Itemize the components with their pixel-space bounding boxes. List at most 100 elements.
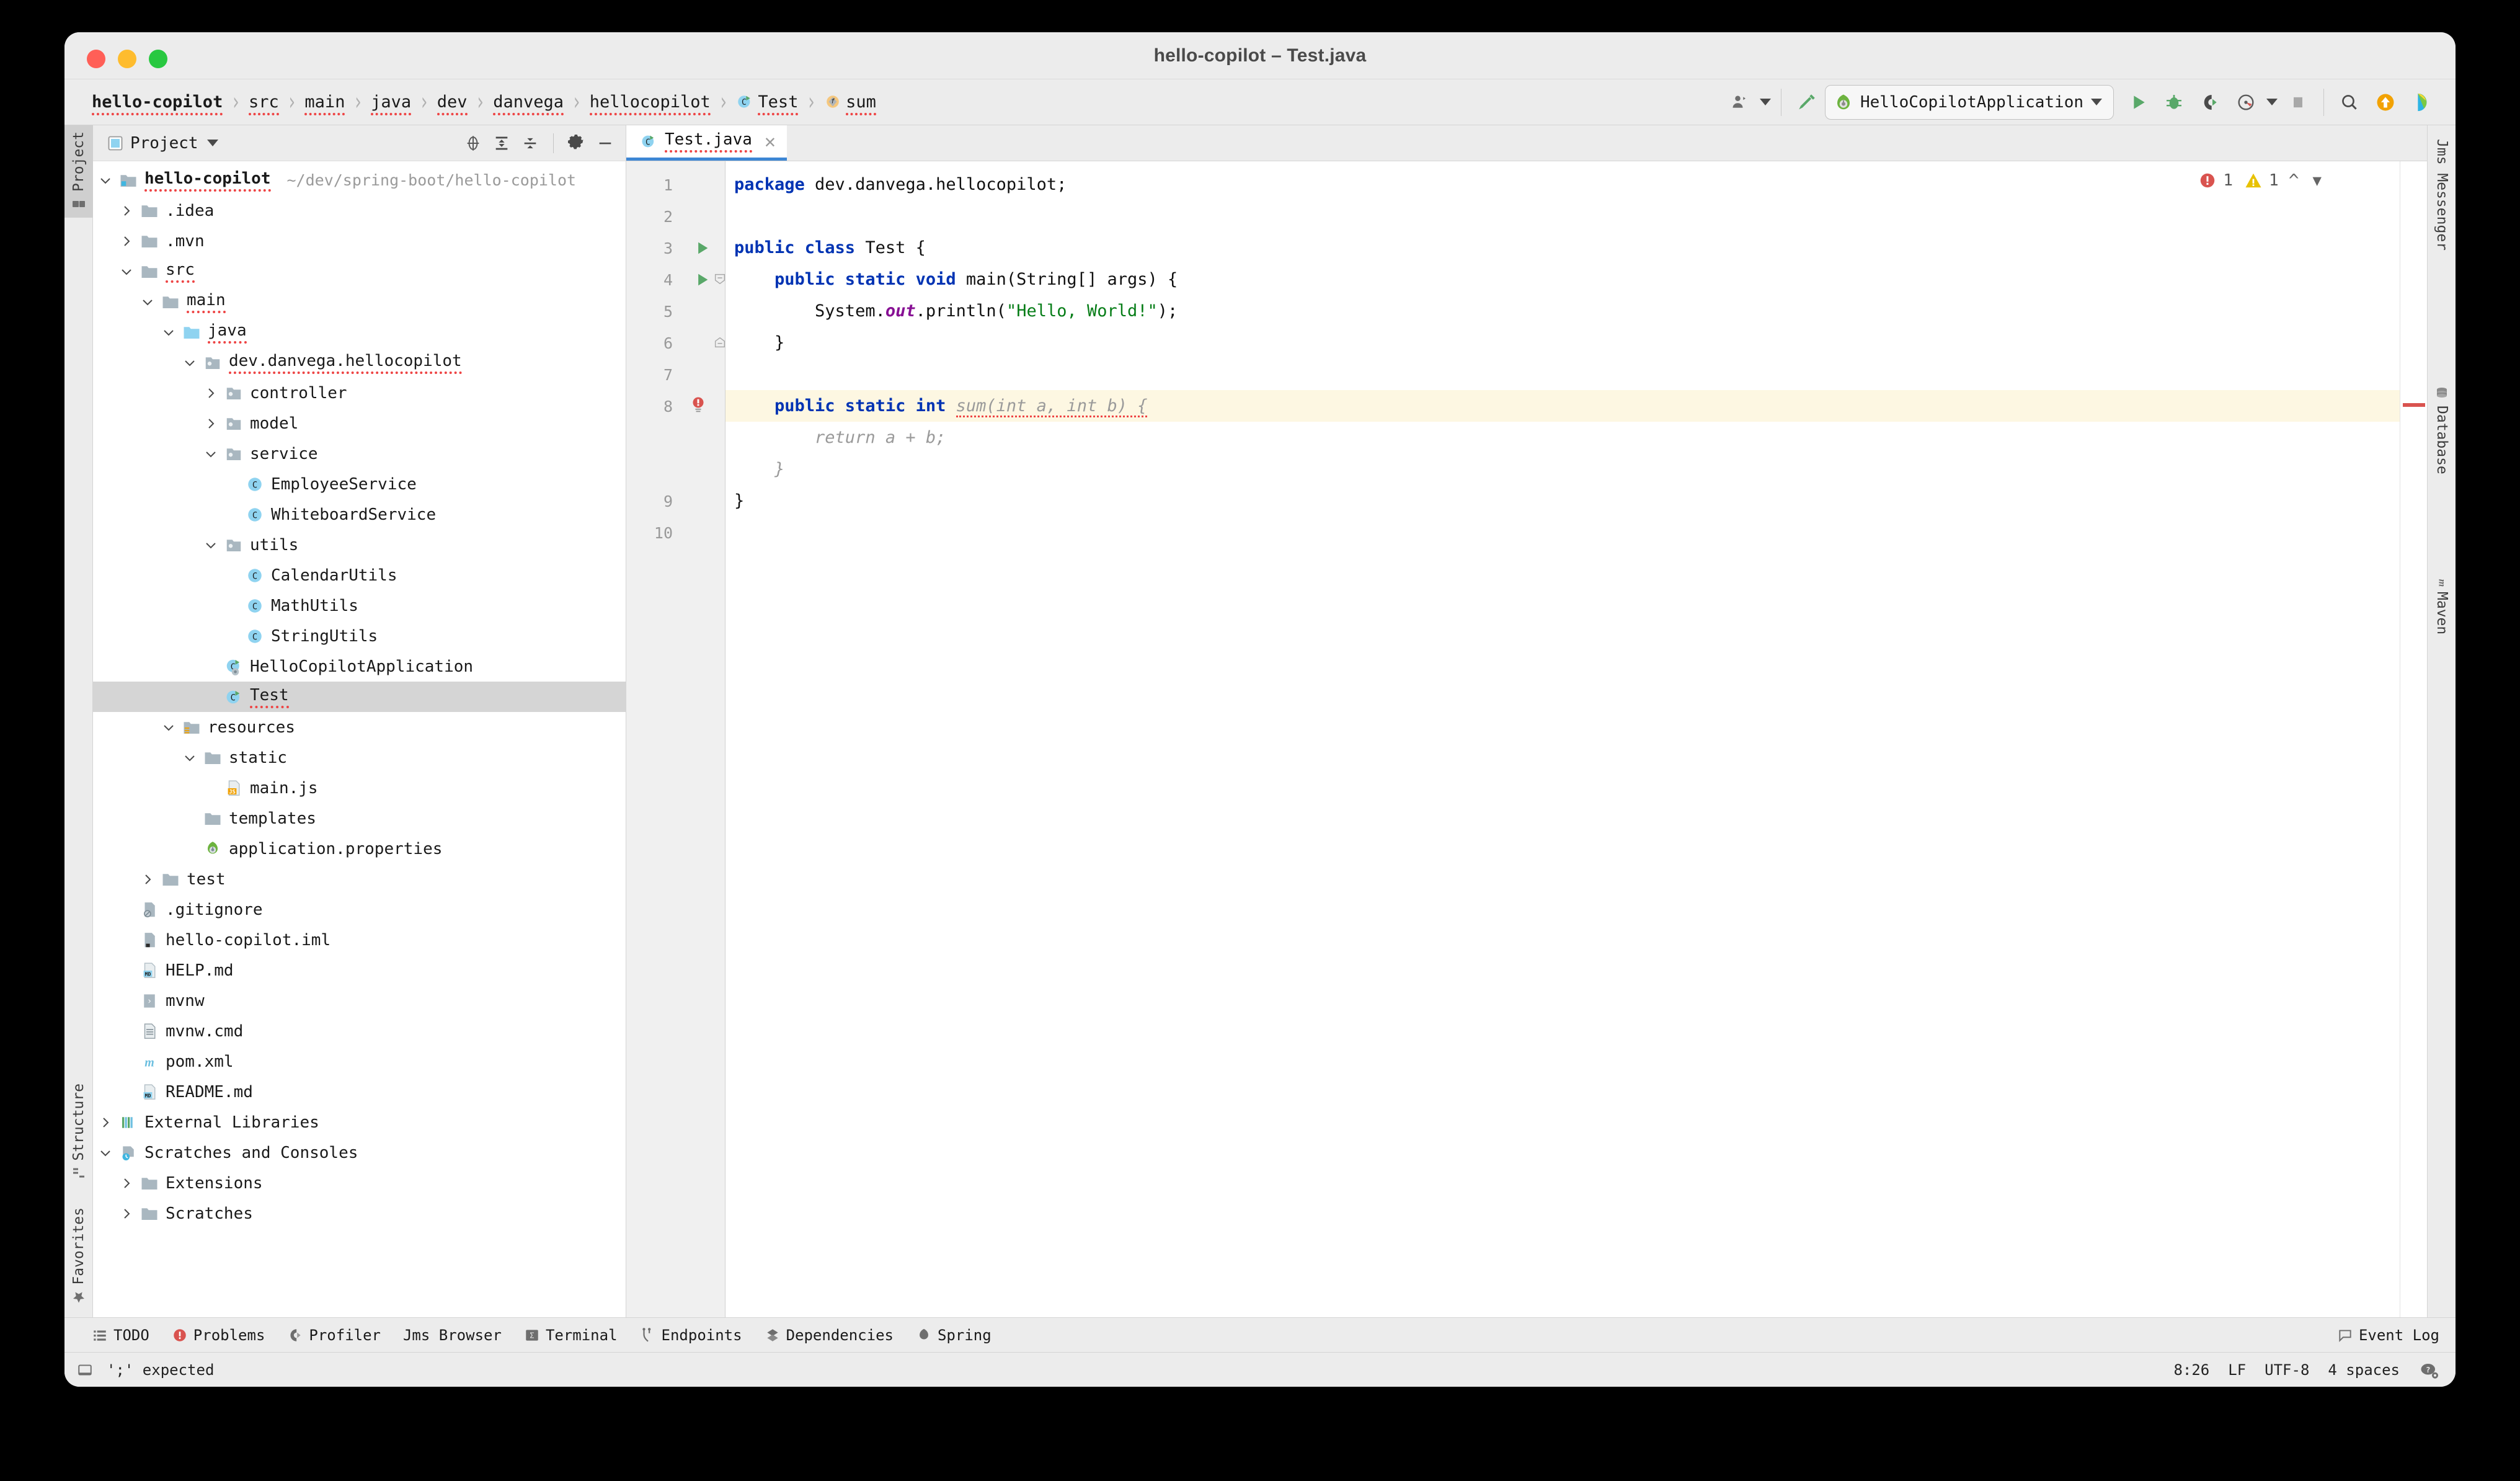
caret-position[interactable]: 8:26 xyxy=(2173,1361,2209,1379)
tree-row[interactable]: C Test xyxy=(93,682,626,712)
tree-row[interactable]: C StringUtils xyxy=(93,621,626,651)
tree-row[interactable]: static xyxy=(93,742,626,773)
console-icon[interactable] xyxy=(77,1362,93,1378)
profile-caret-icon[interactable] xyxy=(2264,84,2280,120)
chevron-right-icon[interactable] xyxy=(198,416,223,431)
profile-dropdown-caret[interactable] xyxy=(1757,84,1773,120)
breadcrumb-item-dev[interactable]: dev xyxy=(436,92,469,115)
tree-row[interactable]: model xyxy=(93,408,626,438)
chevron-down-icon[interactable] xyxy=(93,173,118,188)
breadcrumb-item-test[interactable]: C Test xyxy=(735,92,799,115)
run-gutter-icon[interactable] xyxy=(693,239,711,259)
collapse-all-icon[interactable] xyxy=(521,134,539,153)
close-icon[interactable]: ✕ xyxy=(765,131,776,153)
chevron-right-icon[interactable] xyxy=(114,1206,139,1221)
fold-close-icon[interactable] xyxy=(713,336,727,352)
hammer-build-icon[interactable] xyxy=(1789,84,1825,120)
tool-window-problems[interactable]: Problems xyxy=(172,1327,265,1344)
select-opened-file-icon[interactable] xyxy=(464,134,482,153)
breadcrumb-item-hello-copilot[interactable]: hello-copilot xyxy=(91,92,224,115)
sidebar-item-jms-messenger[interactable]: Jms Messenger xyxy=(2428,133,2456,257)
tool-window-jms-browser[interactable]: Jms Browser xyxy=(403,1327,502,1344)
sidebar-item-structure[interactable]: Structure xyxy=(64,1077,93,1187)
code-line[interactable]: public static int sum(int a, int b) { xyxy=(734,390,1148,422)
gear-icon[interactable] xyxy=(567,134,586,153)
tree-row[interactable]: C MathUtils xyxy=(93,590,626,621)
tree-row[interactable]: Scratches xyxy=(93,1198,626,1229)
tree-row[interactable]: Scratches and Consoles xyxy=(93,1137,626,1168)
zoom-window-button[interactable] xyxy=(149,50,167,68)
sidebar-item-favorites[interactable]: Favorites xyxy=(64,1201,93,1311)
error-stripe-mark[interactable] xyxy=(2403,403,2425,407)
chevron-down-icon[interactable] xyxy=(198,538,223,553)
tree-row[interactable]: java xyxy=(93,317,626,347)
inspections-widget[interactable]: 1 1 ^ ▼ xyxy=(2198,170,2325,190)
search-icon[interactable] xyxy=(2331,84,2367,120)
sidebar-item-project[interactable]: Project xyxy=(64,125,93,218)
tree-row[interactable]: › mvnw xyxy=(93,985,626,1016)
user-profile-icon[interactable] xyxy=(1721,84,1757,120)
update-project-icon[interactable] xyxy=(2367,84,2403,120)
code-line[interactable]: return a + b; xyxy=(734,422,946,453)
tree-row[interactable]: .gitignore xyxy=(93,894,626,925)
tree-row[interactable]: src xyxy=(93,256,626,287)
chevron-right-icon[interactable] xyxy=(135,872,160,887)
tree-row[interactable]: test xyxy=(93,864,626,894)
tree-row[interactable]: hello-copilot ~/dev/spring-boot/hello-cop… xyxy=(93,165,626,195)
tree-row[interactable]: hello-copilot.iml xyxy=(93,925,626,955)
tree-row[interactable]: Extensions xyxy=(93,1168,626,1198)
tool-window-endpoints[interactable]: Endpoints xyxy=(640,1327,742,1344)
stop-button[interactable] xyxy=(2280,84,2316,120)
run-gutter-icon[interactable] xyxy=(693,271,711,291)
chevron-down-icon[interactable] xyxy=(177,750,202,765)
chevron-down-icon[interactable] xyxy=(93,1145,118,1160)
tree-row[interactable]: JS main.js xyxy=(93,773,626,803)
copilot-icon[interactable]: ? xyxy=(2418,1361,2439,1379)
chevron-down-icon[interactable] xyxy=(156,720,181,735)
chevron-down-icon[interactable] xyxy=(156,325,181,340)
breadcrumb-item-sum[interactable]: f sum xyxy=(823,92,877,115)
tree-row[interactable]: templates xyxy=(93,803,626,834)
code-line[interactable]: } xyxy=(734,485,744,517)
tree-row[interactable]: controller xyxy=(93,378,626,408)
run-configuration-selector[interactable]: HelloCopilotApplication xyxy=(1824,84,2114,120)
breadcrumb-item-danvega[interactable]: danvega xyxy=(492,92,565,115)
tree-row[interactable]: MD README.md xyxy=(93,1077,626,1107)
minimize-window-button[interactable] xyxy=(118,50,136,68)
tree-row[interactable]: resources xyxy=(93,712,626,742)
fold-open-icon[interactable] xyxy=(713,272,727,288)
tree-row[interactable]: MD HELP.md xyxy=(93,955,626,985)
minimize-icon[interactable] xyxy=(596,134,614,153)
tree-row[interactable]: service xyxy=(93,438,626,469)
project-tree[interactable]: hello-copilot ~/dev/spring-boot/hello-cop… xyxy=(93,161,626,1317)
code-line[interactable]: package dev.danvega.hellocopilot; xyxy=(734,169,1067,200)
tree-row[interactable]: C HelloCopilotApplication xyxy=(93,651,626,682)
tool-window-terminal[interactable]: Σ Terminal xyxy=(524,1327,618,1344)
run-with-coverage-button[interactable] xyxy=(2192,84,2228,120)
tree-row[interactable]: External Libraries xyxy=(93,1107,626,1137)
tool-window-dependencies[interactable]: Dependencies xyxy=(765,1327,894,1344)
breadcrumb-item-java[interactable]: java xyxy=(370,92,412,115)
code-area[interactable]: 1 1 ^ ▼ package dev.danvega.hellocopilot… xyxy=(725,161,2400,1317)
ai-assistant-icon[interactable] xyxy=(2403,84,2439,120)
tree-row[interactable]: m pom.xml xyxy=(93,1046,626,1077)
tree-row[interactable]: dev.danvega.hellocopilot xyxy=(93,347,626,378)
sidebar-item-maven[interactable]: m Maven xyxy=(2428,566,2456,641)
chevron-up-icon[interactable]: ^ xyxy=(2285,170,2303,190)
tree-row[interactable]: main xyxy=(93,287,626,317)
project-panel-caret[interactable] xyxy=(206,140,218,146)
debug-button[interactable] xyxy=(2156,84,2192,120)
chevron-down-icon[interactable]: ▼ xyxy=(2309,172,2325,189)
tree-row[interactable]: C WhiteboardService xyxy=(93,499,626,530)
chevron-right-icon[interactable] xyxy=(198,386,223,401)
sidebar-item-database[interactable]: Database xyxy=(2428,380,2456,481)
code-line[interactable]: System.out.println("Hello, World!"); xyxy=(734,295,1178,327)
editor-gutter[interactable]: 1 2 3 4 5 6 7 8 9 10 xyxy=(626,161,725,1317)
tool-window-spring[interactable]: Spring xyxy=(916,1327,992,1344)
code-line[interactable]: public class Test { xyxy=(734,232,926,264)
tree-row[interactable]: utils xyxy=(93,530,626,560)
tool-window-todo[interactable]: TODO xyxy=(92,1327,149,1344)
error-stripe-gutter[interactable] xyxy=(2400,161,2427,1317)
chevron-down-icon[interactable] xyxy=(177,355,202,370)
tree-row[interactable]: .mvn xyxy=(93,226,626,256)
